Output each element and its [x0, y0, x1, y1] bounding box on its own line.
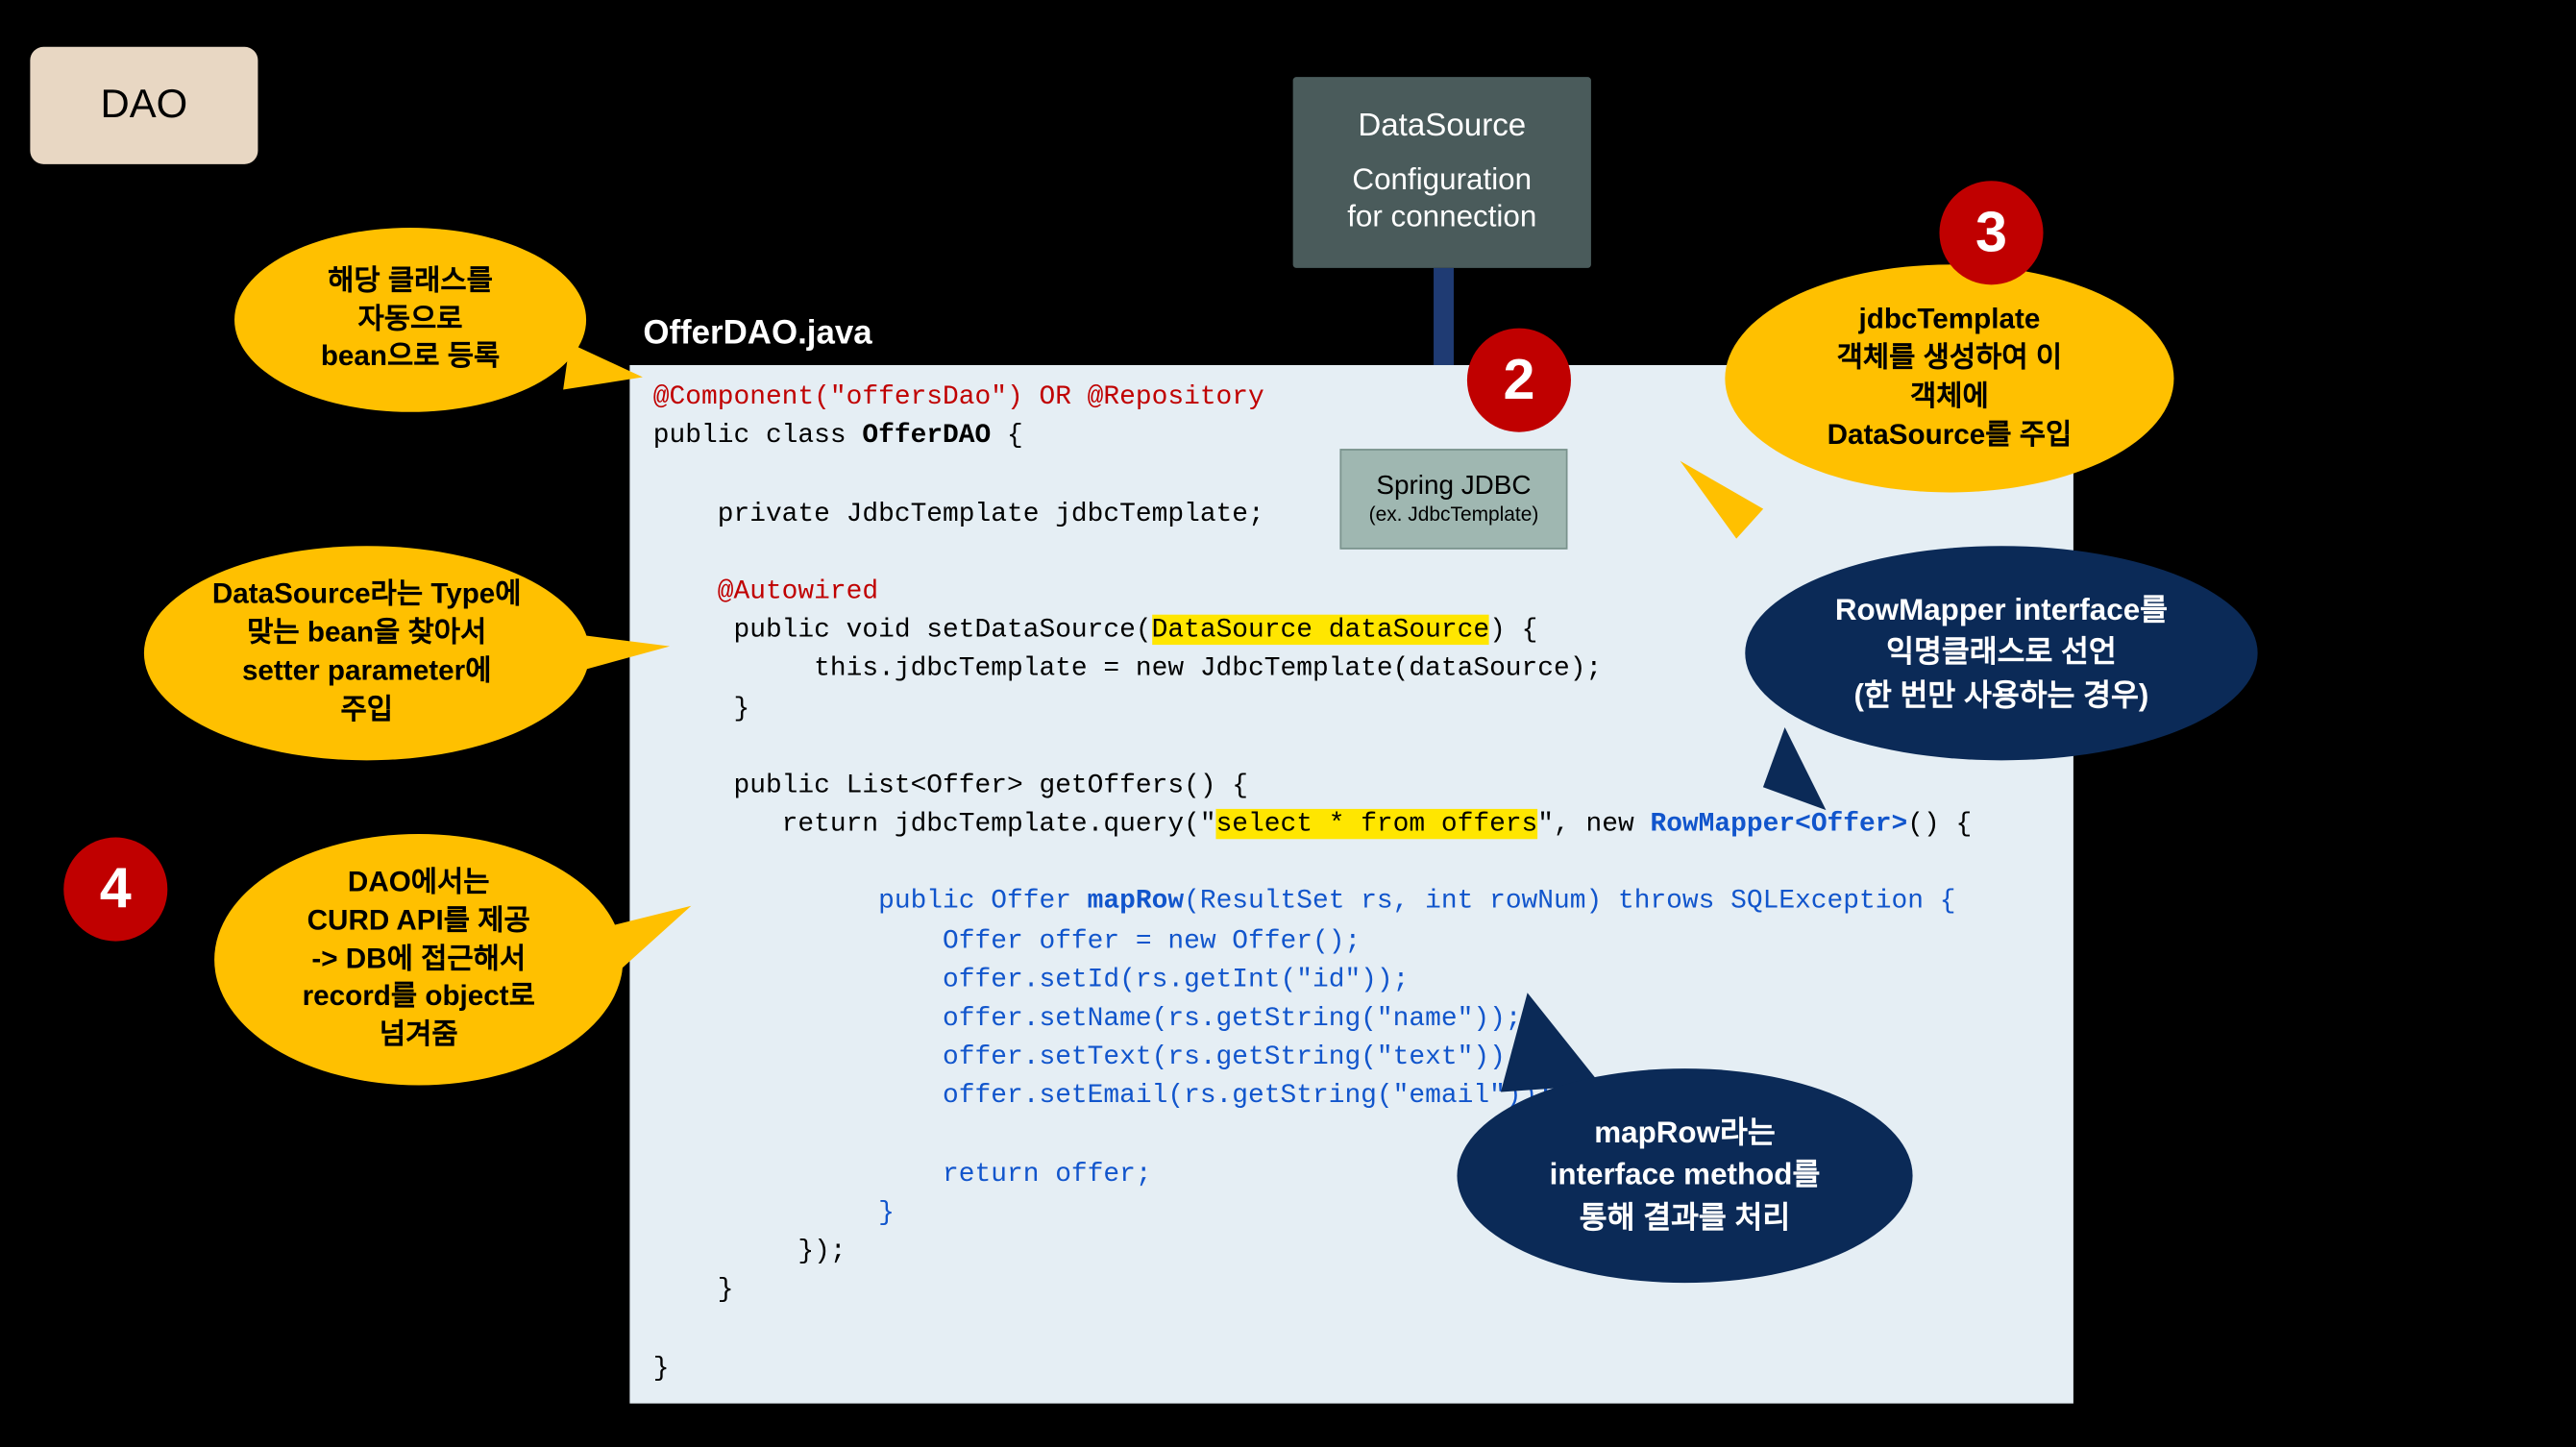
- callout-rowmapper-anon: RowMapper interface를익명클래스로 선언(한 번만 사용하는 …: [1745, 546, 2257, 760]
- code-setds-body: this.jdbcTemplate = new JdbcTemplate(dat…: [653, 653, 1602, 683]
- code-annotation-autowired: @Autowired: [653, 576, 878, 606]
- code-maprow-line2: offer.setId(rs.getInt("id"));: [653, 965, 1410, 994]
- dao-tag: DAO: [30, 47, 258, 164]
- step-badge-4: 4: [63, 838, 167, 942]
- code-class-name: OfferDAO: [862, 421, 991, 451]
- callout-tail: [563, 343, 646, 400]
- code-getoffers-close: }: [653, 1275, 734, 1305]
- step-badge-2: 2: [1467, 329, 1571, 432]
- code-annotation-component: @Component("offersDao") OR @Repository: [653, 381, 1264, 411]
- code-maprow-line4: offer.setText(rs.getString("text"));: [653, 1042, 1522, 1072]
- spring-jdbc-box: Spring JDBC (ex. JdbcTemplate): [1339, 449, 1567, 550]
- code-setds-param: DataSource dataSource: [1152, 615, 1489, 645]
- spring-jdbc-title: Spring JDBC: [1376, 473, 1531, 503]
- code-query-c: () {: [1907, 809, 1972, 839]
- code-query-a: return jdbcTemplate.query(": [653, 809, 1216, 839]
- callout-autowired-setter: DataSource라는 Type에맞는 bean을 찾아서setter par…: [144, 546, 590, 760]
- code-maprow-close: }: [653, 1197, 895, 1227]
- callout-bean-register: 해당 클래스를자동으로bean으로 등록: [234, 228, 586, 412]
- callout-jdbctemplate-inject: jdbcTemplate객체를 생성하여 이객체에DataSource를 주입: [1725, 264, 2173, 492]
- step-badge-3: 3: [1939, 181, 2043, 284]
- code-field: private JdbcTemplate jdbcTemplate;: [653, 499, 1264, 528]
- code-setds-sig-b: ) {: [1489, 615, 1537, 645]
- code-query-b: ", new: [1537, 809, 1650, 839]
- code-getoffers-sig: public List<Offer> getOffers() {: [653, 771, 1248, 800]
- code-maprow-name: mapRow: [1088, 887, 1184, 917]
- callout-maprow-method: mapRow라는interface method를통해 결과를 처리: [1457, 1068, 1912, 1283]
- datasource-config-box: DataSource Configurationfor connection: [1293, 77, 1591, 268]
- code-query-sql: select * from offers: [1216, 809, 1538, 839]
- code-maprow-line5: offer.setEmail(rs.getString("email"));: [653, 1081, 1554, 1111]
- spring-jdbc-subtitle: (ex. JdbcTemplate): [1369, 503, 1539, 526]
- datasource-title: DataSource: [1358, 110, 1526, 146]
- code-anon-close: });: [653, 1237, 846, 1266]
- code-maprow-line1: Offer offer = new Offer();: [653, 925, 1361, 955]
- code-class-decl: public class: [653, 421, 863, 451]
- code-class-open: {: [991, 421, 1022, 451]
- code-maprow-line3: offer.setName(rs.getString("name"));: [653, 1003, 1522, 1033]
- callout-dao-crud: DAO에서는CURD API를 제공-> DB에 접근해서record를 obj…: [214, 834, 623, 1085]
- code-class-close: }: [653, 1353, 670, 1383]
- code-rowmapper: RowMapper<Offer>: [1650, 809, 1907, 839]
- code-setds-close: }: [653, 693, 749, 723]
- code-setds-sig-a: public void setDataSource(: [653, 615, 1152, 645]
- callout-tail: [1494, 988, 1601, 1091]
- code-maprow-return: return offer;: [653, 1159, 1152, 1189]
- code-maprow-sig-b: (ResultSet rs, int rowNum) throws SQLExc…: [1184, 887, 1955, 917]
- code-maprow-sig-a: public Offer: [653, 887, 1088, 917]
- datasource-subtitle: Configurationfor connection: [1347, 163, 1536, 235]
- code-filename: OfferDAO.java: [643, 315, 871, 354]
